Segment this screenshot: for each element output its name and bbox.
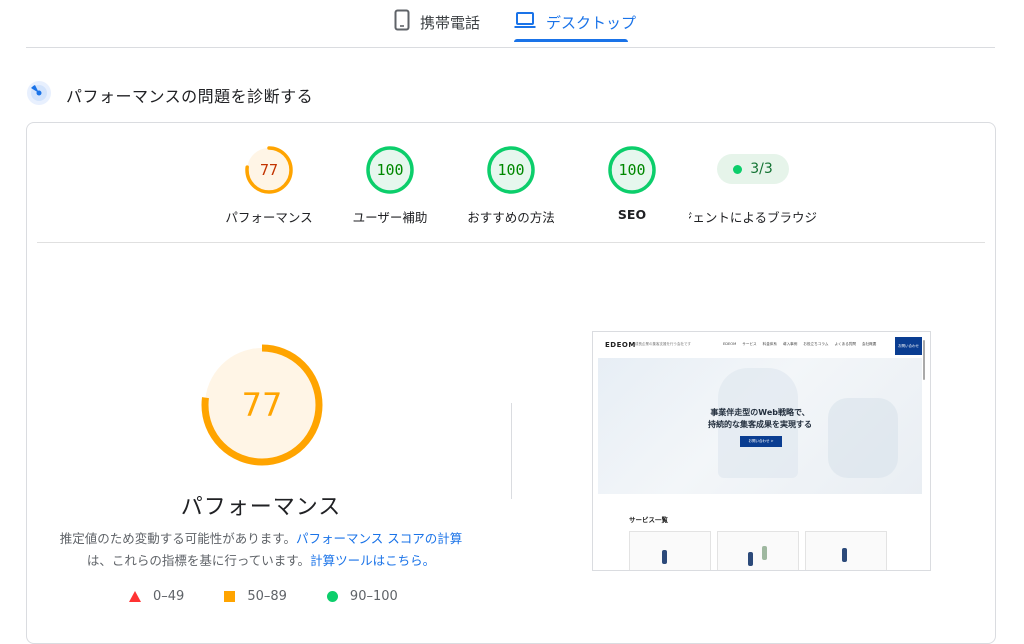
agent-score-value: 3/3 [750, 161, 773, 177]
performance-main-score: 77 [242, 386, 283, 424]
thumb-menu-item: 料金体系 [762, 342, 777, 346]
tab-mobile-label: 携帯電話 [420, 13, 481, 32]
desc-prefix: 推定値のため変動する可能性があります。 [59, 531, 297, 546]
page-screenshot-thumbnail[interactable]: EDEOM 成長企業の集客支援を行う会社です EDEOM サービス 料金体系 導… [592, 331, 931, 571]
legend-fail: 0–49 [129, 589, 184, 604]
thumb-menu: EDEOM サービス 料金体系 導入事例 お役立ちコラム よくある質問 会社概要 [723, 342, 876, 347]
desc-middle: は、これらの指標を基に行っています。 [86, 553, 311, 568]
score-gauges: 77 パフォーマンス 100 ユーザー補助 100 おすすめの方法 100 SE… [27, 123, 995, 243]
thumb-service-card [805, 531, 887, 570]
legend-average-range: 50–89 [247, 589, 287, 604]
thumb-hero-headline-2: 持続的な集客成果を実現する [708, 420, 812, 429]
agent-score-pill: 3/3 [717, 154, 789, 184]
thumb-cta-button: お問い合わせ [895, 337, 922, 355]
gauges-divider [37, 242, 985, 243]
gauge-best-practices-ring: 100 [487, 146, 535, 194]
gauge-seo[interactable]: 100 SEO [572, 145, 692, 222]
thumb-illustration [842, 548, 847, 562]
tab-desktop[interactable]: デスクトップ [514, 0, 636, 44]
thumb-menu-item: お役立ちコラム [803, 342, 829, 346]
gauge-performance-value: 77 [260, 161, 278, 179]
legend-fail-range: 0–49 [153, 589, 185, 604]
gauge-performance[interactable]: 77 パフォーマンス [209, 145, 329, 226]
performance-main-title: パフォーマンス [180, 495, 342, 520]
gauge-seo-label: SEO [617, 207, 647, 222]
gauge-best-practices-label: おすすめの方法 [467, 210, 555, 225]
gauge-seo-ring: 100 [608, 146, 656, 194]
gauge-agent-label: ジェントによるブラウジ [689, 210, 817, 225]
thumb-menu-item: サービス [742, 342, 757, 346]
performance-radar-icon [26, 80, 52, 110]
gauge-agent[interactable]: 3/3 [693, 145, 813, 184]
gauge-accessibility-ring: 100 [366, 146, 414, 194]
tabs-divider [26, 47, 995, 48]
gauge-performance-ring: 77 [245, 146, 293, 194]
thumb-illustration [662, 550, 667, 564]
calculator-link[interactable]: 計算ツールはこちら。 [310, 553, 435, 568]
score-legend: 0–49 50–89 90–100 [129, 589, 438, 604]
gauge-accessibility-label: ユーザー補助 [352, 210, 428, 225]
circle-icon [326, 591, 338, 602]
gauge-best-practices-value: 100 [497, 161, 524, 179]
phone-icon [394, 9, 410, 35]
thumb-scrollbar [923, 340, 925, 380]
thumb-hero-headline-1: 事業伴走型のWeb戦略で、 [710, 408, 810, 417]
thumb-illustration [762, 546, 767, 560]
laptop-icon [514, 11, 536, 33]
thumb-logo: EDEOM [605, 341, 636, 349]
thumb-site-nav: EDEOM 成長企業の集客支援を行う会社です EDEOM サービス 料金体系 導… [593, 332, 930, 358]
thumb-service-card [717, 531, 799, 570]
thumb-hero-button: お問い合わせ > [740, 436, 782, 447]
legend-average: 50–89 [224, 589, 287, 604]
gauge-accessibility-value: 100 [376, 161, 403, 179]
thumb-illustration [748, 552, 753, 566]
square-icon [224, 591, 236, 602]
active-tab-indicator [514, 39, 628, 42]
thumb-menu-item: EDEOM [723, 342, 737, 346]
thumb-logo-sub: 成長企業の集客支援を行う会社です [635, 342, 691, 346]
gauge-best-practices[interactable]: 100 おすすめの方法 [451, 145, 571, 226]
gauge-performance-label: パフォーマンス [225, 210, 313, 225]
legend-pass: 90–100 [326, 589, 398, 604]
performance-description: 推定値のため変動する可能性があります。パフォーマンス スコアの計算 は、これらの… [57, 528, 465, 572]
thumb-menu-item: 会社概要 [862, 342, 877, 346]
thumb-service-cards [629, 531, 887, 570]
report-card: 77 パフォーマンス 100 ユーザー補助 100 おすすめの方法 100 SE… [26, 122, 996, 644]
score-calculation-link[interactable]: パフォーマンス スコアの計算 [296, 531, 462, 546]
thumb-menu-item: よくある質問 [834, 342, 856, 346]
vertical-divider [511, 403, 512, 499]
performance-main-gauge: 77 [200, 343, 324, 471]
tab-mobile[interactable]: 携帯電話 [394, 0, 480, 44]
section-heading: パフォーマンスの問題を診断する [26, 80, 313, 110]
pass-dot-icon [733, 164, 743, 174]
tab-desktop-label: デスクトップ [546, 13, 637, 32]
device-tabs: 携帯電話 デスクトップ [0, 0, 1024, 48]
thumb-services-title: サービス一覧 [629, 516, 668, 524]
gauge-accessibility[interactable]: 100 ユーザー補助 [330, 145, 450, 226]
thumb-service-card [629, 531, 711, 570]
thumb-hero: 事業伴走型のWeb戦略で、 持続的な集客成果を実現する お問い合わせ > [598, 358, 922, 494]
triangle-icon [129, 591, 141, 602]
gauge-seo-value: 100 [618, 161, 645, 179]
thumb-menu-item: 導入事例 [783, 342, 798, 346]
section-title: パフォーマンスの問題を診断する [66, 87, 314, 106]
legend-pass-range: 90–100 [349, 589, 398, 604]
